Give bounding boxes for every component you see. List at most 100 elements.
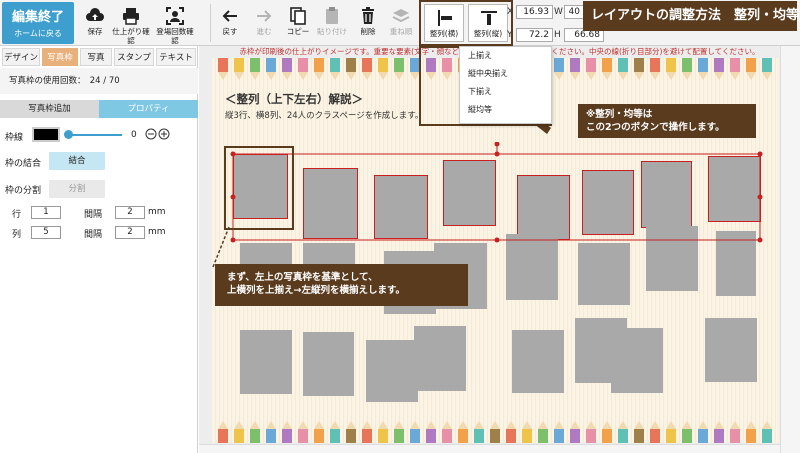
pencil-icon [506,421,516,443]
pencil-icon [218,58,228,80]
home-label: ホームに戻る [14,29,62,38]
appearance-check-button[interactable]: 登場回数確認 [154,3,196,45]
pencil-icon [346,58,356,80]
finish-editing-button[interactable]: 編集終了 ホームに戻る [2,2,74,44]
resize-handle[interactable] [757,151,763,157]
h-label: H [554,30,561,40]
tab-stamp[interactable]: スタンプ [114,48,154,66]
pencil-border-bottom [218,421,772,443]
tab-add-frame[interactable]: 写真枠追加 [0,100,99,118]
tab-photo[interactable]: 写真 [80,48,112,66]
x-input[interactable]: 16.93 [516,5,553,19]
save-button[interactable]: 保存 [80,3,110,43]
photo-frame[interactable] [303,332,354,396]
border-width-slider[interactable] [68,134,122,136]
appearance-check-label: 登場回数確認 [156,27,194,45]
menu-item-align-bottom[interactable]: 下揃え [460,83,551,101]
pencil-icon [458,421,468,443]
photo-frame[interactable] [414,326,466,391]
tab-properties[interactable]: プロパティ [99,100,198,118]
print-check-label: 仕上がり確認 [112,27,150,45]
resize-handle[interactable] [757,237,763,243]
pencil-icon [698,421,708,443]
resize-handle[interactable] [757,194,763,200]
pencil-icon [266,421,276,443]
menu-item-distribute-vertical[interactable]: 縦均等 [460,101,551,119]
face-frame-icon [166,7,184,25]
resize-handle[interactable] [494,237,500,243]
copy-icon [290,7,306,25]
tab-text[interactable]: テキスト [156,48,196,66]
align-vertical-button[interactable]: 整列(縦) [468,4,508,42]
resize-handle[interactable] [494,151,500,157]
photo-frame[interactable] [512,330,564,393]
vertical-scrollbar[interactable] [780,46,800,453]
col-gap-label: 間隔 [84,230,103,240]
horizontal-scrollbar[interactable] [199,444,780,453]
col-gap-input[interactable]: 2 [115,226,145,239]
print-check-button[interactable]: 仕上がり確認 [112,3,150,45]
col-input[interactable]: 5 [31,226,61,239]
pencil-icon [714,58,724,80]
minus-icon[interactable] [145,128,157,140]
row-label: 行 [12,210,22,220]
menu-item-align-top[interactable]: 上揃え [460,47,551,65]
pencil-icon [362,421,372,443]
layer-order-button[interactable]: 重ね順 [386,3,416,43]
copy-button[interactable]: コピー [284,3,312,43]
pencil-icon [698,58,708,80]
photo-frame[interactable] [705,318,757,382]
photo-frame[interactable] [240,330,292,394]
pencil-icon [490,421,500,443]
y-input[interactable]: 72.2 [516,28,553,42]
arrow-left-icon [222,10,237,22]
photo-frame[interactable] [611,328,663,393]
split-button[interactable]: 分割 [49,180,105,198]
delete-label: 削除 [360,27,376,36]
pencil-icon [602,58,612,80]
photo-frame[interactable] [578,243,630,305]
pencil-icon [650,58,660,80]
row-input[interactable]: 1 [31,206,61,219]
pencil-icon [634,58,644,80]
delete-button[interactable]: 削除 [354,3,382,43]
tab-design[interactable]: デザイン [2,48,40,66]
pencil-icon [554,58,564,80]
pencil-icon [234,58,244,80]
undo-label: 戻す [222,27,238,36]
slider-handle[interactable] [64,130,73,139]
pencil-icon [442,421,452,443]
merge-button[interactable]: 結合 [49,152,105,170]
printer-icon [123,8,139,25]
align-horizontal-button[interactable]: 整列(横) [424,4,464,42]
pencil-icon [586,421,596,443]
photo-frame[interactable] [366,340,418,402]
pencil-icon [618,58,628,80]
pencil-icon [394,421,404,443]
plus-icon[interactable] [158,128,170,140]
pencil-icon [426,421,436,443]
photo-frame[interactable] [240,243,292,265]
pencil-icon [234,421,244,443]
redo-button[interactable]: 進む [250,3,278,43]
pencil-icon [314,58,324,80]
row-gap-unit: mm [148,207,166,217]
paste-button[interactable]: 貼り付け [316,3,348,43]
menu-item-align-middle[interactable]: 縦中央揃え [460,65,551,83]
rotate-handle[interactable] [494,142,500,147]
layer-order-label: 重ね順 [389,27,413,36]
copy-label: コピー [286,27,310,36]
pencil-icon [346,421,356,443]
w-input[interactable]: 40 [564,5,584,19]
row-gap-input[interactable]: 2 [115,206,145,219]
trash-icon [362,7,374,24]
toolbar-divider [210,4,211,42]
tab-photo-frame[interactable]: 写真枠 [42,48,78,66]
x-label: X [507,7,514,17]
pencil-icon [586,58,596,80]
merge-label: 枠の結合 [5,159,42,169]
undo-button[interactable]: 戻す [216,3,244,43]
border-color-swatch[interactable] [32,127,60,142]
pencil-icon [666,58,676,80]
panel-tabs: デザイン 写真枠 写真 スタンプ テキスト [0,48,198,66]
